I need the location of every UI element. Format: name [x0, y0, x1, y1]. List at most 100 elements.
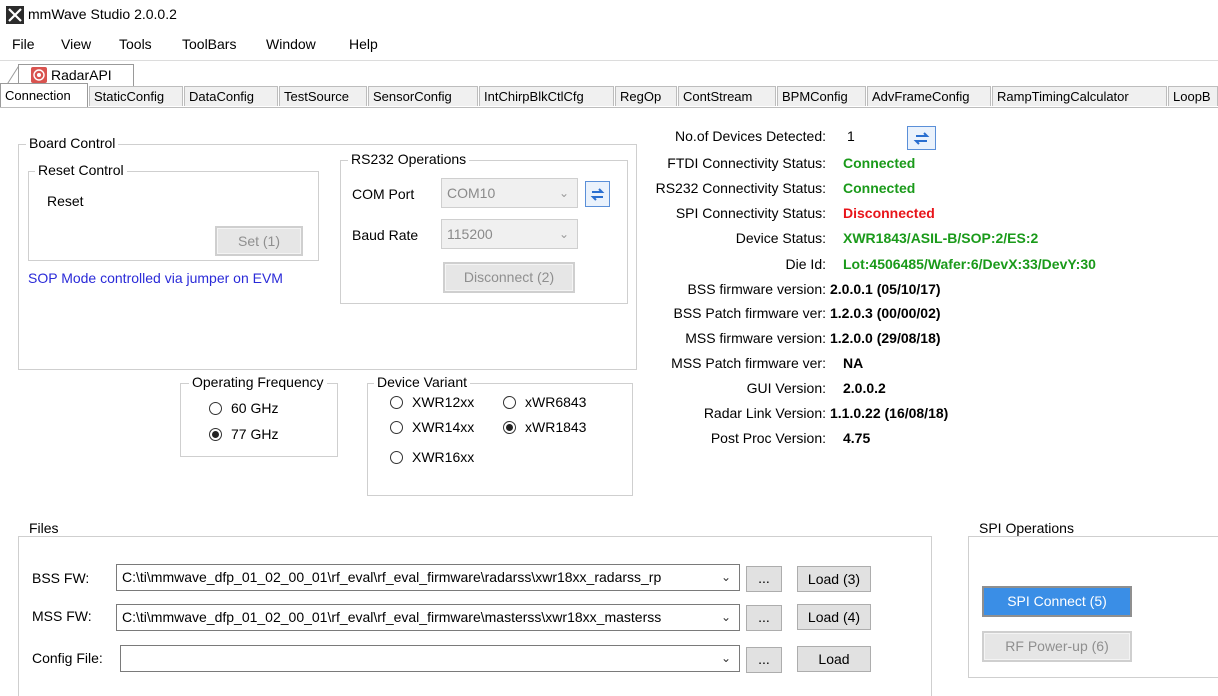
bss-fw-path: C:\ti\mmwave_dfp_01_02_00_01\rf_eval\rf_… — [122, 569, 662, 585]
radio-xwr14xx[interactable] — [390, 421, 403, 434]
com-port-value: COM10 — [447, 185, 496, 201]
status-label-spi: SPI Connectivity Status: — [675, 205, 826, 221]
device-variant-group — [367, 383, 633, 496]
baud-rate-label: Baud Rate — [352, 227, 419, 243]
window-title: mmWave Studio 2.0.0.2 — [28, 6, 177, 22]
menu-help[interactable]: Help — [349, 36, 378, 52]
status-value-post-proc: 4.75 — [843, 430, 871, 446]
reset-label: Reset — [47, 193, 84, 209]
com-port-select[interactable]: COM10 ⌄ — [441, 178, 578, 208]
config-file-path-select[interactable]: ⌄ — [120, 645, 740, 672]
tab-staticconfig[interactable]: StaticConfig — [89, 86, 183, 106]
status-label-bss-fw: BSS firmware version: — [687, 281, 826, 297]
radio-xwr16xx[interactable] — [390, 451, 403, 464]
tab-contstream[interactable]: ContStream — [678, 86, 776, 106]
tab-baseline — [0, 107, 1218, 108]
status-value-device: XWR1843/ASIL-B/SOP:2/ES:2 — [843, 230, 1039, 246]
status-value-spi: Disconnected — [843, 205, 935, 221]
status-value-rs232: Connected — [843, 180, 916, 196]
radio-60ghz[interactable] — [209, 402, 222, 415]
radio-xwr1843[interactable] — [503, 421, 516, 434]
tab-loopback[interactable]: LoopB — [1168, 86, 1218, 106]
status-label-devices: No.of Devices Detected: — [675, 128, 826, 144]
status-value-mss-patch: NA — [843, 355, 864, 371]
config-load-button[interactable]: Load — [797, 646, 871, 672]
menu-view[interactable]: View — [61, 36, 91, 52]
menu-tools[interactable]: Tools — [119, 36, 152, 52]
status-label-gui-version: GUI Version: — [746, 380, 826, 396]
status-value-mss-fw: 1.2.0.0 (29/08/18) — [830, 330, 941, 346]
radio-77ghz-label: 77 GHz — [231, 426, 279, 442]
status-value-radar-link: 1.1.0.22 (16/08/18) — [830, 405, 949, 421]
baud-rate-select[interactable]: 115200 ⌄ — [441, 219, 578, 249]
menu-window[interactable]: Window — [266, 36, 316, 52]
radio-xwr14xx-label: XWR14xx — [412, 419, 475, 435]
bss-browse-button[interactable]: ... — [746, 566, 782, 592]
radio-77ghz[interactable] — [209, 428, 222, 441]
chevron-down-icon: ⌄ — [558, 186, 569, 200]
status-label-rs232: RS232 Connectivity Status: — [655, 180, 826, 196]
rs232-title: RS232 Operations — [348, 151, 470, 167]
status-value-ftdi: Connected — [843, 155, 916, 171]
title-bar: mmWave Studio 2.0.0.2 — [0, 0, 1218, 30]
refresh-com-button[interactable] — [585, 181, 610, 207]
sop-mode-note: SOP Mode controlled via jumper on EVM — [28, 270, 283, 286]
radio-xwr6843-label: xWR6843 — [525, 394, 587, 410]
tab-bpmconfig[interactable]: BPMConfig — [777, 86, 866, 106]
chevron-down-icon: ⌄ — [716, 605, 731, 629]
rf-powerup-button[interactable]: RF Power-up (6) — [982, 631, 1132, 662]
reset-control-title: Reset Control — [35, 162, 127, 178]
menu-file[interactable]: File — [12, 36, 35, 52]
files-title: Files — [26, 520, 62, 536]
device-variant-title: Device Variant — [374, 374, 471, 390]
status-label-post-proc: Post Proc Version: — [710, 430, 826, 446]
radio-xwr1843-label: xWR1843 — [525, 419, 587, 435]
config-browse-button[interactable]: ... — [746, 647, 782, 673]
tab-dataconfig[interactable]: DataConfig — [184, 86, 278, 106]
chevron-down-icon: ⌄ — [558, 227, 569, 241]
tab-sensorconfig[interactable]: SensorConfig — [368, 86, 478, 106]
operating-frequency-title: Operating Frequency — [189, 374, 327, 390]
radio-xwr6843[interactable] — [503, 396, 516, 409]
refresh-devices-button[interactable] — [907, 126, 936, 150]
config-file-label: Config File: — [32, 650, 103, 666]
tab-advframeconfig[interactable]: AdvFrameConfig — [867, 86, 991, 106]
radar-icon — [31, 67, 47, 83]
tab-intchirpblkctlcfg[interactable]: IntChirpBlkCtlCfg — [479, 86, 614, 106]
mss-browse-button[interactable]: ... — [746, 605, 782, 631]
tab-rampTimingcalculator[interactable]: RampTimingCalculator — [992, 86, 1167, 106]
tab-testsource[interactable]: TestSource — [279, 86, 367, 106]
com-port-label: COM Port — [352, 186, 415, 202]
radio-60ghz-label: 60 GHz — [231, 400, 279, 416]
chevron-down-icon: ⌄ — [720, 651, 731, 665]
menu-bar: File View Tools ToolBars Window Help — [0, 32, 1218, 58]
spi-connect-button[interactable]: SPI Connect (5) — [982, 586, 1132, 617]
spi-operations-title: SPI Operations — [976, 520, 1077, 536]
tab-strip: Connection StaticConfig DataConfig TestS… — [0, 83, 1218, 108]
status-label-die-id: Die Id: — [785, 256, 826, 272]
status-label-mss-patch: MSS Patch firmware ver: — [671, 355, 826, 371]
mss-load-button[interactable]: Load (4) — [797, 604, 871, 630]
set-button[interactable]: Set (1) — [215, 226, 303, 256]
status-value-bss-fw: 2.0.0.1 (05/10/17) — [830, 281, 941, 297]
bss-load-button[interactable]: Load (3) — [797, 566, 871, 592]
board-control-title: Board Control — [26, 135, 119, 151]
radio-xwr12xx-label: XWR12xx — [412, 394, 475, 410]
status-value-bss-patch: 1.2.0.3 (00/00/02) — [830, 305, 941, 321]
mss-fw-path: C:\ti\mmwave_dfp_01_02_00_01\rf_eval\rf_… — [122, 609, 662, 625]
mss-fw-path-select[interactable]: C:\ti\mmwave_dfp_01_02_00_01\rf_eval\rf_… — [116, 604, 740, 631]
menu-divider — [0, 60, 1218, 61]
refresh-icon — [913, 132, 930, 145]
bss-fw-path-select[interactable]: C:\ti\mmwave_dfp_01_02_00_01\rf_eval\rf_… — [116, 564, 740, 591]
chevron-down-icon: ⌄ — [716, 565, 731, 589]
baud-rate-value: 115200 — [447, 226, 493, 242]
status-label-device: Device Status: — [735, 230, 826, 246]
tab-regop[interactable]: RegOp — [615, 86, 677, 106]
radio-xwr12xx[interactable] — [390, 396, 403, 409]
disconnect-button[interactable]: Disconnect (2) — [443, 262, 575, 293]
tab-connection[interactable]: Connection — [0, 83, 88, 107]
operating-frequency-group — [180, 383, 338, 457]
menu-toolbars[interactable]: ToolBars — [182, 36, 236, 52]
bss-fw-label: BSS FW: — [32, 570, 90, 586]
status-label-ftdi: FTDI Connectivity Status: — [667, 155, 826, 171]
